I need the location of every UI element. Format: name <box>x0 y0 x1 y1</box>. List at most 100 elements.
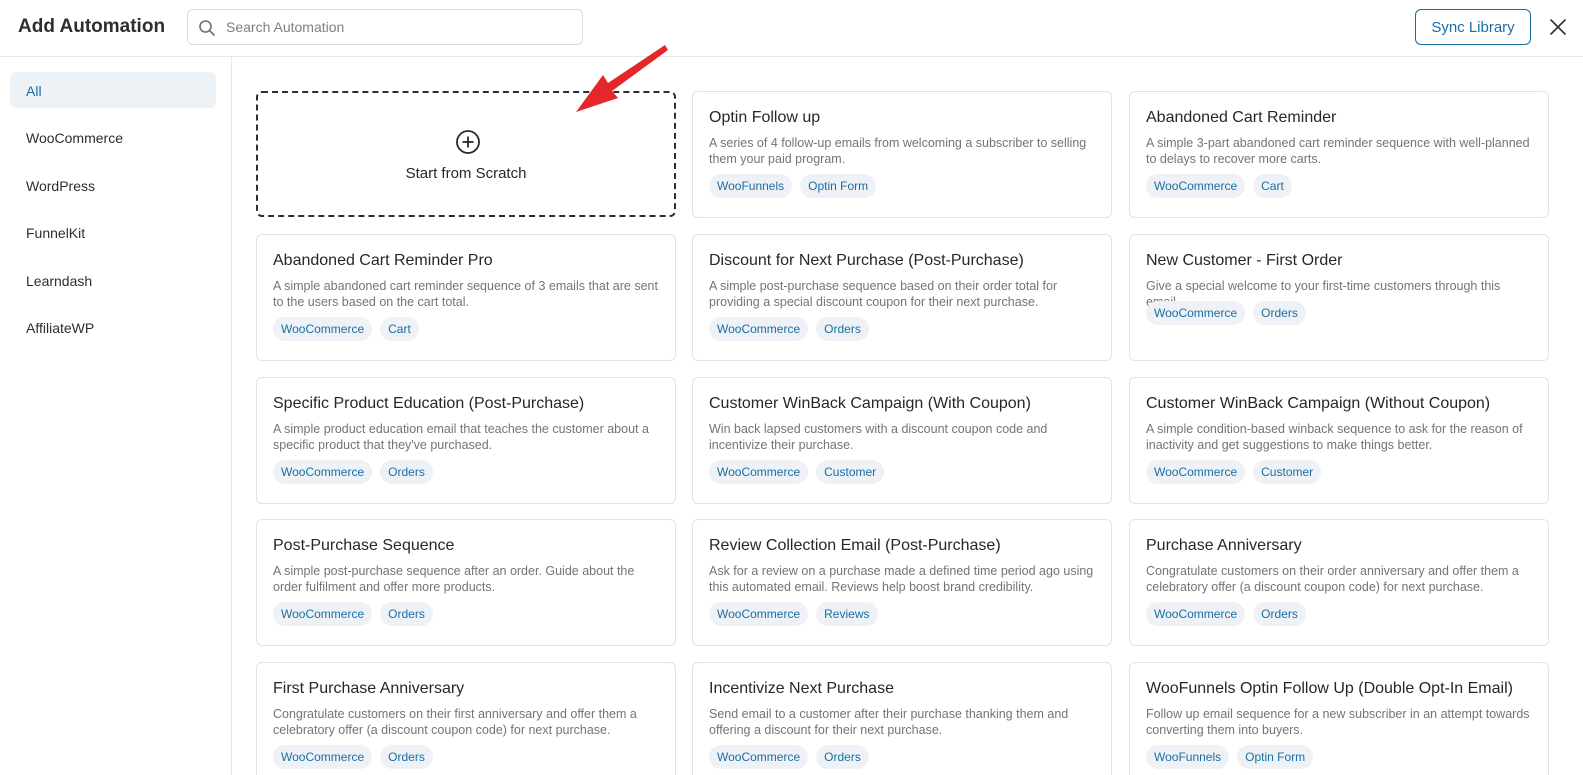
search-icon <box>199 20 215 36</box>
card-title: Post-Purchase Sequence <box>273 537 455 554</box>
tag-badge: Cart <box>1253 174 1292 198</box>
card-tags: WooCommerce Orders <box>709 745 1095 769</box>
card-tags: WooCommerce Reviews <box>709 602 1095 626</box>
card-description: A simple abandoned cart reminder sequenc… <box>273 279 658 309</box>
card-description: Congratulate customers on their first an… <box>273 707 637 737</box>
template-card[interactable]: WooFunnels Optin Follow Up (Double Opt-I… <box>1129 662 1549 775</box>
sync-library-button[interactable]: Sync Library <box>1415 9 1531 45</box>
card-description: Congratulate customers on their order an… <box>1146 564 1519 594</box>
card-tags: WooCommerce Cart <box>273 317 659 341</box>
tag-badge: Orders <box>380 745 433 769</box>
template-card[interactable]: First Purchase Anniversary Congratulate c… <box>256 662 676 775</box>
tag-badge: Customer <box>1253 460 1322 484</box>
tag-badge: Orders <box>1253 301 1306 325</box>
template-card[interactable]: Post-Purchase Sequence A simple post-purc… <box>256 519 676 646</box>
scratch-label: Start from Scratch <box>405 165 527 182</box>
card-tags: WooCommerce Customer <box>709 460 1095 484</box>
tag-badge: WooCommerce <box>1146 460 1246 484</box>
tag-badge: Optin Form <box>1237 745 1314 769</box>
card-description: A simple post-purchase sequence based on… <box>709 279 1058 309</box>
card-title: WooFunnels Optin Follow Up (Double Opt-I… <box>1146 680 1513 697</box>
tag-badge: Optin Form <box>800 174 877 198</box>
sidebar-item-funnelkit[interactable]: FunnelKit <box>10 214 216 250</box>
card-description: A simple post-purchase sequence after an… <box>273 564 635 594</box>
card-tags: WooCommerce Orders <box>273 745 659 769</box>
template-card[interactable]: Abandoned Cart Reminder A simple 3-part a… <box>1129 91 1549 218</box>
card-description: A simple 3-part abandoned cart reminder … <box>1146 136 1530 166</box>
template-card[interactable]: Purchase Anniversary Congratulate custome… <box>1129 519 1549 646</box>
sidebar-item-woocommerce[interactable]: WooCommerce <box>10 119 216 155</box>
card-title: Specific Product Education (Post-Purchas… <box>273 395 585 412</box>
card-title: Abandoned Cart Reminder Pro <box>273 252 493 269</box>
tag-badge: Customer <box>816 460 885 484</box>
plus-circle-icon <box>456 130 480 154</box>
sidebar-item-wordpress[interactable]: WordPress <box>10 167 216 203</box>
card-title: Purchase Anniversary <box>1146 537 1302 554</box>
card-title: Discount for Next Purchase (Post-Purchas… <box>709 252 1024 269</box>
card-description: A simple condition-based winback sequenc… <box>1146 422 1523 452</box>
tag-badge: WooCommerce <box>709 602 809 626</box>
card-description: Send email to a customer after their pur… <box>709 707 1069 737</box>
page-title: Add Automation <box>18 16 166 37</box>
card-title: Abandoned Cart Reminder <box>1146 109 1337 126</box>
card-title: Optin Follow up <box>709 109 821 126</box>
card-tags: WooCommerce Customer <box>1146 460 1532 484</box>
card-tags: WooCommerce Orders <box>1146 602 1532 626</box>
tag-badge: WooCommerce <box>1146 174 1246 198</box>
card-title: Review Collection Email (Post-Purchase) <box>709 537 1001 554</box>
tag-badge: WooCommerce <box>709 460 809 484</box>
tag-badge: WooCommerce <box>273 460 373 484</box>
template-card[interactable]: Review Collection Email (Post-Purchase) A… <box>692 519 1112 646</box>
template-card[interactable]: Customer WinBack Campaign (With Coupon) W… <box>692 377 1112 504</box>
card-tags: WooCommerce Cart <box>1146 174 1532 198</box>
card-title: New Customer - First Order <box>1146 252 1343 269</box>
card-title: First Purchase Anniversary <box>273 680 465 697</box>
tag-badge: WooCommerce <box>273 745 373 769</box>
card-tags: WooCommerce Orders <box>273 602 659 626</box>
sidebar-item-all[interactable]: All <box>10 72 216 108</box>
tag-badge: Orders <box>816 745 869 769</box>
template-card[interactable]: Incentivize Next Purchase Send email to a… <box>692 662 1112 775</box>
card-tags: WooFunnels Optin Form <box>1146 745 1532 769</box>
template-card[interactable]: Optin Follow up A series of 4 follow-up e… <box>692 91 1112 218</box>
template-card[interactable]: Abandoned Cart Reminder Pro A simple aban… <box>256 234 676 361</box>
tag-badge: Orders <box>816 317 869 341</box>
tag-badge: WooCommerce <box>709 745 809 769</box>
search-input[interactable] <box>226 11 576 43</box>
card-description: A series of 4 follow-up emails from welc… <box>709 136 1087 166</box>
header: Add Automation Sync Library <box>0 0 1583 57</box>
red-arrow-icon <box>576 45 668 112</box>
tag-badge: WooFunnels <box>709 174 793 198</box>
card-title: Incentivize Next Purchase <box>709 680 894 697</box>
card-description: Win back lapsed customers with a discoun… <box>709 422 1048 452</box>
tag-badge: Orders <box>380 460 433 484</box>
sidebar: All WooCommerce WordPress FunnelKit Lear… <box>0 57 232 775</box>
tag-badge: WooCommerce <box>709 317 809 341</box>
tag-badge: WooCommerce <box>273 602 373 626</box>
search-box[interactable] <box>187 9 583 45</box>
template-card[interactable]: Customer WinBack Campaign (Without Coupo… <box>1129 377 1549 504</box>
card-description: Follow up email sequence for a new subsc… <box>1146 707 1530 737</box>
card-tags: WooCommerce Orders <box>709 317 1095 341</box>
card-title: Customer WinBack Campaign (Without Coupo… <box>1146 395 1491 412</box>
card-tags: WooCommerce Orders <box>1146 301 1532 325</box>
card-tags: WooFunnels Optin Form <box>709 174 1095 198</box>
card-title: Customer WinBack Campaign (With Coupon) <box>709 395 1031 412</box>
template-card[interactable]: Discount for Next Purchase (Post-Purchas… <box>692 234 1112 361</box>
tag-badge: WooCommerce <box>1146 602 1246 626</box>
template-card[interactable]: Specific Product Education (Post-Purchas… <box>256 377 676 504</box>
tag-badge: Cart <box>380 317 419 341</box>
tag-badge: Orders <box>1253 602 1306 626</box>
card-description: Ask for a review on a purchase made a de… <box>709 564 1094 594</box>
card-description: A simple product education email that te… <box>273 422 649 452</box>
tag-badge: WooFunnels <box>1146 745 1230 769</box>
tag-badge: WooCommerce <box>1146 301 1246 325</box>
sidebar-item-affiliatewp[interactable]: AffiliateWP <box>10 309 216 345</box>
tag-badge: WooCommerce <box>273 317 373 341</box>
close-icon[interactable] <box>1549 18 1567 36</box>
tag-badge: Orders <box>380 602 433 626</box>
sidebar-item-learndash[interactable]: Learndash <box>10 262 216 298</box>
card-tags: WooCommerce Orders <box>273 460 659 484</box>
template-card[interactable]: New Customer - First Order Give a special… <box>1129 234 1549 361</box>
tag-badge: Reviews <box>816 602 878 626</box>
